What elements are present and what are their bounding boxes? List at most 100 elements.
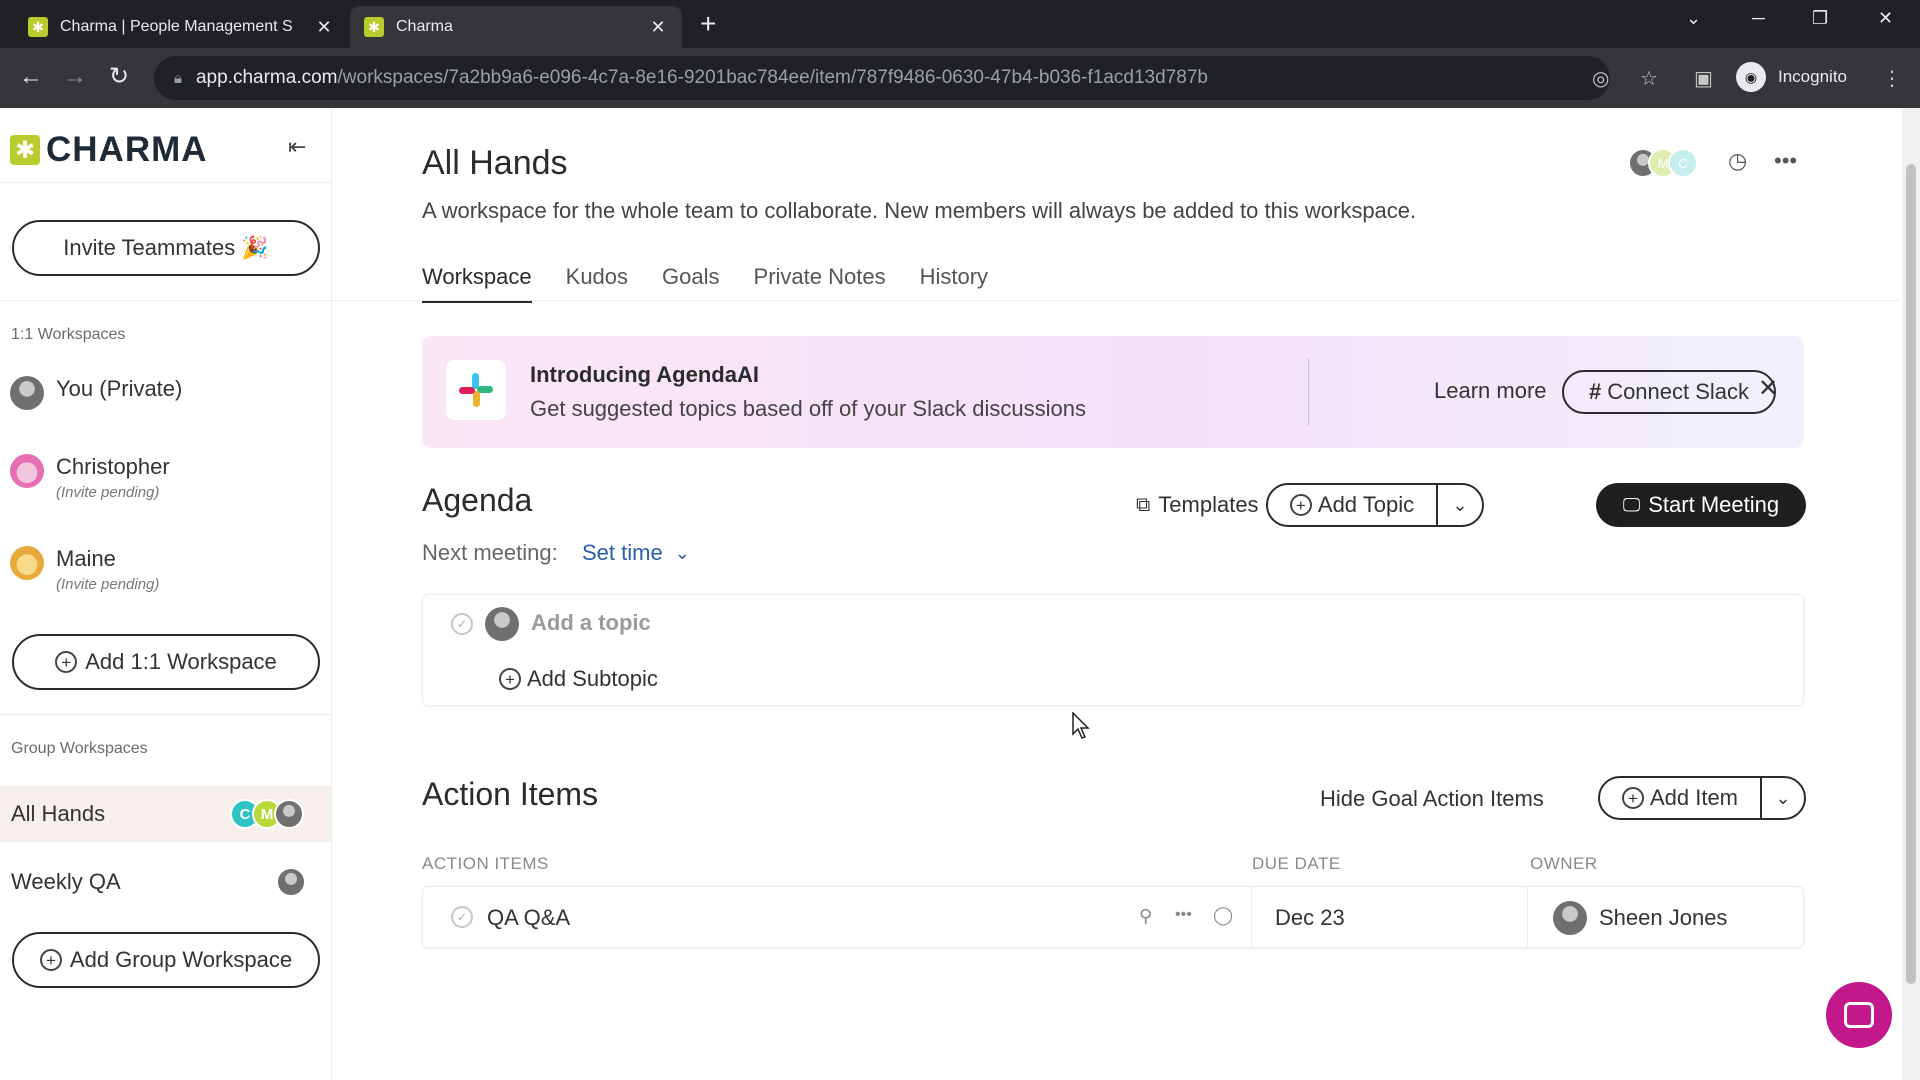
column-header-owner: OWNER <box>1530 854 1598 873</box>
scrollbar-thumb[interactable] <box>1906 164 1916 984</box>
plus-circle-icon: + <box>1289 494 1312 516</box>
divider <box>0 714 331 715</box>
tab-private-notes[interactable]: Private Notes <box>754 264 886 303</box>
reload-icon[interactable]: ↻ <box>104 62 134 92</box>
eye-off-icon[interactable]: ◎ <box>1592 66 1609 91</box>
sidebar-item-maine[interactable]: Maine (Invite pending) <box>10 544 320 596</box>
plus-circle-icon: + <box>55 651 78 673</box>
invite-teammates-button[interactable]: Invite Teammates 🎉 <box>12 220 320 276</box>
sidebar-item-you-private[interactable]: You (Private) <box>10 374 320 410</box>
due-date[interactable]: Dec 23 <box>1275 905 1345 931</box>
back-icon[interactable]: ← <box>16 62 46 92</box>
add-subtopic-label: Add Subtopic <box>527 666 658 691</box>
browser-tab[interactable]: ✱ Charma | People Management S ✕ <box>14 6 348 48</box>
workspace-members[interactable]: M C <box>1628 148 1698 178</box>
invite-pending-status: (Invite pending) <box>56 576 160 593</box>
tab-goals[interactable]: Goals <box>662 264 719 303</box>
divider <box>1527 887 1528 947</box>
tab-kudos[interactable]: Kudos <box>566 264 628 303</box>
browser-menu-icon[interactable]: ⋮ <box>1882 66 1902 91</box>
sidebar-item-christopher[interactable]: Christopher (Invite pending) <box>10 452 320 504</box>
add-topic-dropdown[interactable]: ⌄ <box>1438 485 1482 525</box>
incognito-label: Incognito <box>1778 67 1847 86</box>
agenda-topic-card: ✓ Add a topic + Add Subtopic <box>422 594 1804 706</box>
owner-name[interactable]: Sheen Jones <box>1599 905 1727 931</box>
tab-workspace[interactable]: Workspace <box>422 264 532 303</box>
chat-support-button[interactable] <box>1826 982 1892 1048</box>
url-path: /workspaces/7a2bb9a6-e096-4c7a-8e16-9201… <box>337 67 1208 88</box>
restore-icon[interactable]: ❐ <box>1812 8 1828 29</box>
add-one-on-one-label: Add 1:1 Workspace <box>85 649 277 674</box>
minimize-icon[interactable]: ─ <box>1752 8 1765 29</box>
close-tab-icon[interactable]: ✕ <box>648 17 668 38</box>
history-clock-icon[interactable]: ◷ <box>1728 148 1747 174</box>
learn-more-link[interactable]: Learn more <box>1434 378 1547 404</box>
close-tab-icon[interactable]: ✕ <box>314 17 334 38</box>
invite-pending-status: (Invite pending) <box>56 484 160 501</box>
tabs-divider <box>332 300 1900 301</box>
add-group-workspace-button[interactable]: + Add Group Workspace <box>12 932 320 988</box>
slack-logo-icon <box>446 360 506 420</box>
start-meeting-label: Start Meeting <box>1648 492 1780 517</box>
slack-hash-icon: # <box>1588 379 1602 404</box>
chevron-down-icon: ⌄ <box>1452 494 1468 515</box>
banner-subtext: Get suggested topics based off of your S… <box>530 396 1087 421</box>
add-topic-button[interactable]: + Add Topic <box>1268 485 1438 525</box>
divider <box>0 182 331 183</box>
lock-icon: 🔒︎ <box>174 69 182 87</box>
avatar <box>274 799 304 829</box>
add-topic-input[interactable]: Add a topic <box>531 610 651 636</box>
add-item-button[interactable]: + Add Item <box>1600 778 1762 818</box>
pin-icon[interactable]: ⚲ <box>1139 906 1152 927</box>
connect-slack-button[interactable]: # Connect Slack <box>1562 370 1776 414</box>
add-subtopic-button[interactable]: + Add Subtopic <box>499 666 658 692</box>
chat-bubble-icon <box>1844 1002 1874 1028</box>
add-one-on-one-workspace-button[interactable]: + Add 1:1 Workspace <box>12 634 320 690</box>
browser-tab-active[interactable]: ✱ Charma ✕ <box>350 6 682 48</box>
avatar <box>10 376 44 410</box>
next-meeting-label: Next meeting: <box>422 540 558 565</box>
action-item-checkbox[interactable]: ✓ <box>451 906 473 928</box>
charma-logo[interactable]: ✱ CHARMA <box>10 130 208 170</box>
charma-favicon-icon: ✱ <box>364 17 384 37</box>
action-item-title[interactable]: QA Q&A <box>487 905 570 931</box>
action-items-title: Action Items <box>422 776 599 812</box>
tab-history[interactable]: History <box>920 264 988 303</box>
page-scrollbar[interactable] <box>1902 108 1920 1080</box>
more-options-icon[interactable]: ••• <box>1774 148 1797 174</box>
sidebar: ✱ CHARMA ⇤ Invite Teammates 🎉 1:1 Worksp… <box>0 108 332 1080</box>
hide-goal-action-items-link[interactable]: Hide Goal Action Items <box>1320 786 1544 812</box>
add-item-dropdown[interactable]: ⌄ <box>1762 778 1804 818</box>
avatar <box>10 546 44 580</box>
topic-checkbox[interactable]: ✓ <box>451 613 473 635</box>
table-row[interactable]: ✓ QA Q&A ⚲ ••• ◯ Dec 23 Sheen Jones <box>422 886 1804 948</box>
divider <box>0 300 331 301</box>
comment-icon[interactable]: ◯ <box>1213 905 1233 926</box>
tab-search-icon[interactable]: ⌄ <box>1686 8 1701 29</box>
more-options-icon[interactable]: ••• <box>1175 906 1192 924</box>
side-panel-icon[interactable]: ▣ <box>1694 66 1713 91</box>
url-host: app.charma.com <box>195 67 338 88</box>
person-name: Christopher <box>56 454 170 479</box>
page-description: A workspace for the whole team to collab… <box>422 198 1417 223</box>
close-window-icon[interactable]: ✕ <box>1878 8 1893 29</box>
main-content: All Hands A workspace for the whole team… <box>332 108 1900 1080</box>
bookmark-star-icon[interactable]: ☆ <box>1640 66 1658 91</box>
add-item-label: Add Item <box>1649 785 1739 810</box>
start-meeting-button[interactable]: 🖵 Start Meeting <box>1596 483 1806 527</box>
chevron-down-icon: ⌄ <box>1775 787 1791 808</box>
address-bar[interactable]: 🔒︎ app.charma.com /workspaces/7a2bb9a6-e… <box>154 56 1610 100</box>
set-time-dropdown[interactable]: Set time ⌄ <box>582 540 690 566</box>
banner-heading: Introducing AgendaAI <box>530 362 759 387</box>
incognito-indicator[interactable]: ◉ Incognito <box>1736 62 1847 92</box>
close-banner-icon[interactable]: ✕ <box>1758 374 1778 403</box>
add-topic-label: Add Topic <box>1317 492 1415 517</box>
forward-icon[interactable]: → <box>60 62 90 92</box>
collapse-sidebar-icon[interactable]: ⇤ <box>288 134 306 160</box>
set-time-label: Set time <box>582 540 663 565</box>
person-name: Maine <box>56 546 116 571</box>
copy-icon: ⧉ <box>1136 493 1151 516</box>
browser-tab-title: Charma <box>396 18 453 35</box>
new-tab-icon[interactable]: + <box>700 10 716 38</box>
avatar: C <box>1668 148 1698 178</box>
